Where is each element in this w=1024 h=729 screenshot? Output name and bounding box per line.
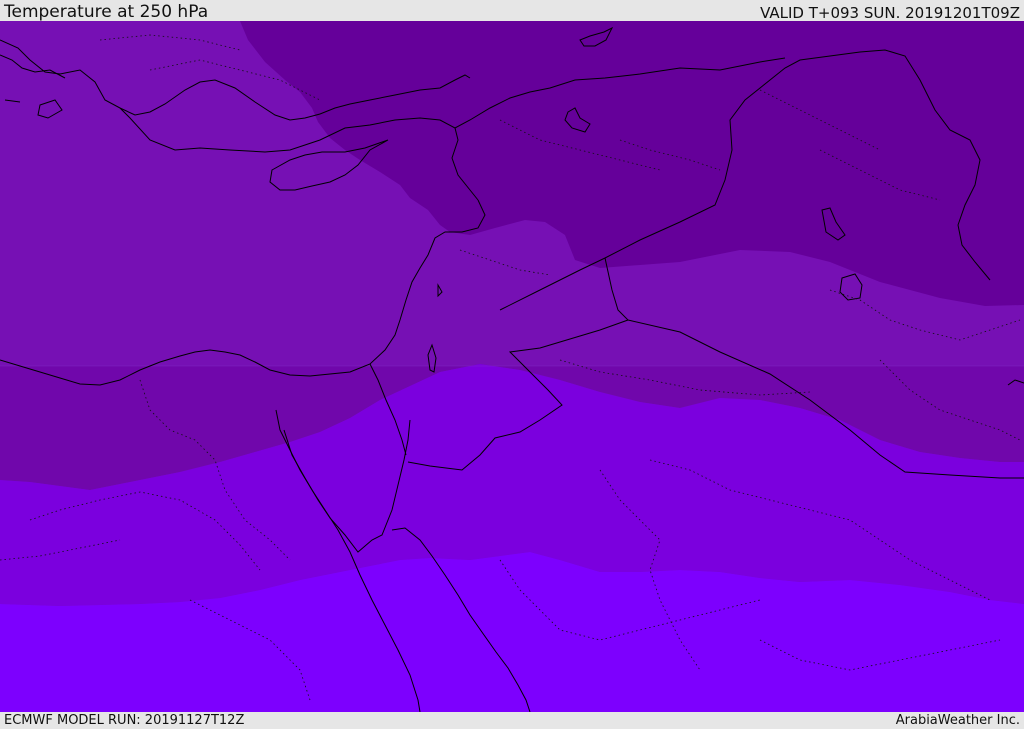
temperature-map (0, 21, 1024, 712)
map-title: Temperature at 250 hPa (4, 2, 209, 22)
map-canvas (0, 21, 1024, 712)
model-run: ECMWF MODEL RUN: 20191127T12Z (4, 713, 245, 728)
credit: ArabiaWeather Inc. (895, 713, 1020, 728)
map-footer: ECMWF MODEL RUN: 20191127T12Z ArabiaWeat… (0, 712, 1024, 729)
valid-time: VALID T+093 SUN. 20191201T09Z (760, 4, 1020, 22)
map-header: Temperature at 250 hPa VALID T+093 SUN. … (0, 0, 1024, 21)
